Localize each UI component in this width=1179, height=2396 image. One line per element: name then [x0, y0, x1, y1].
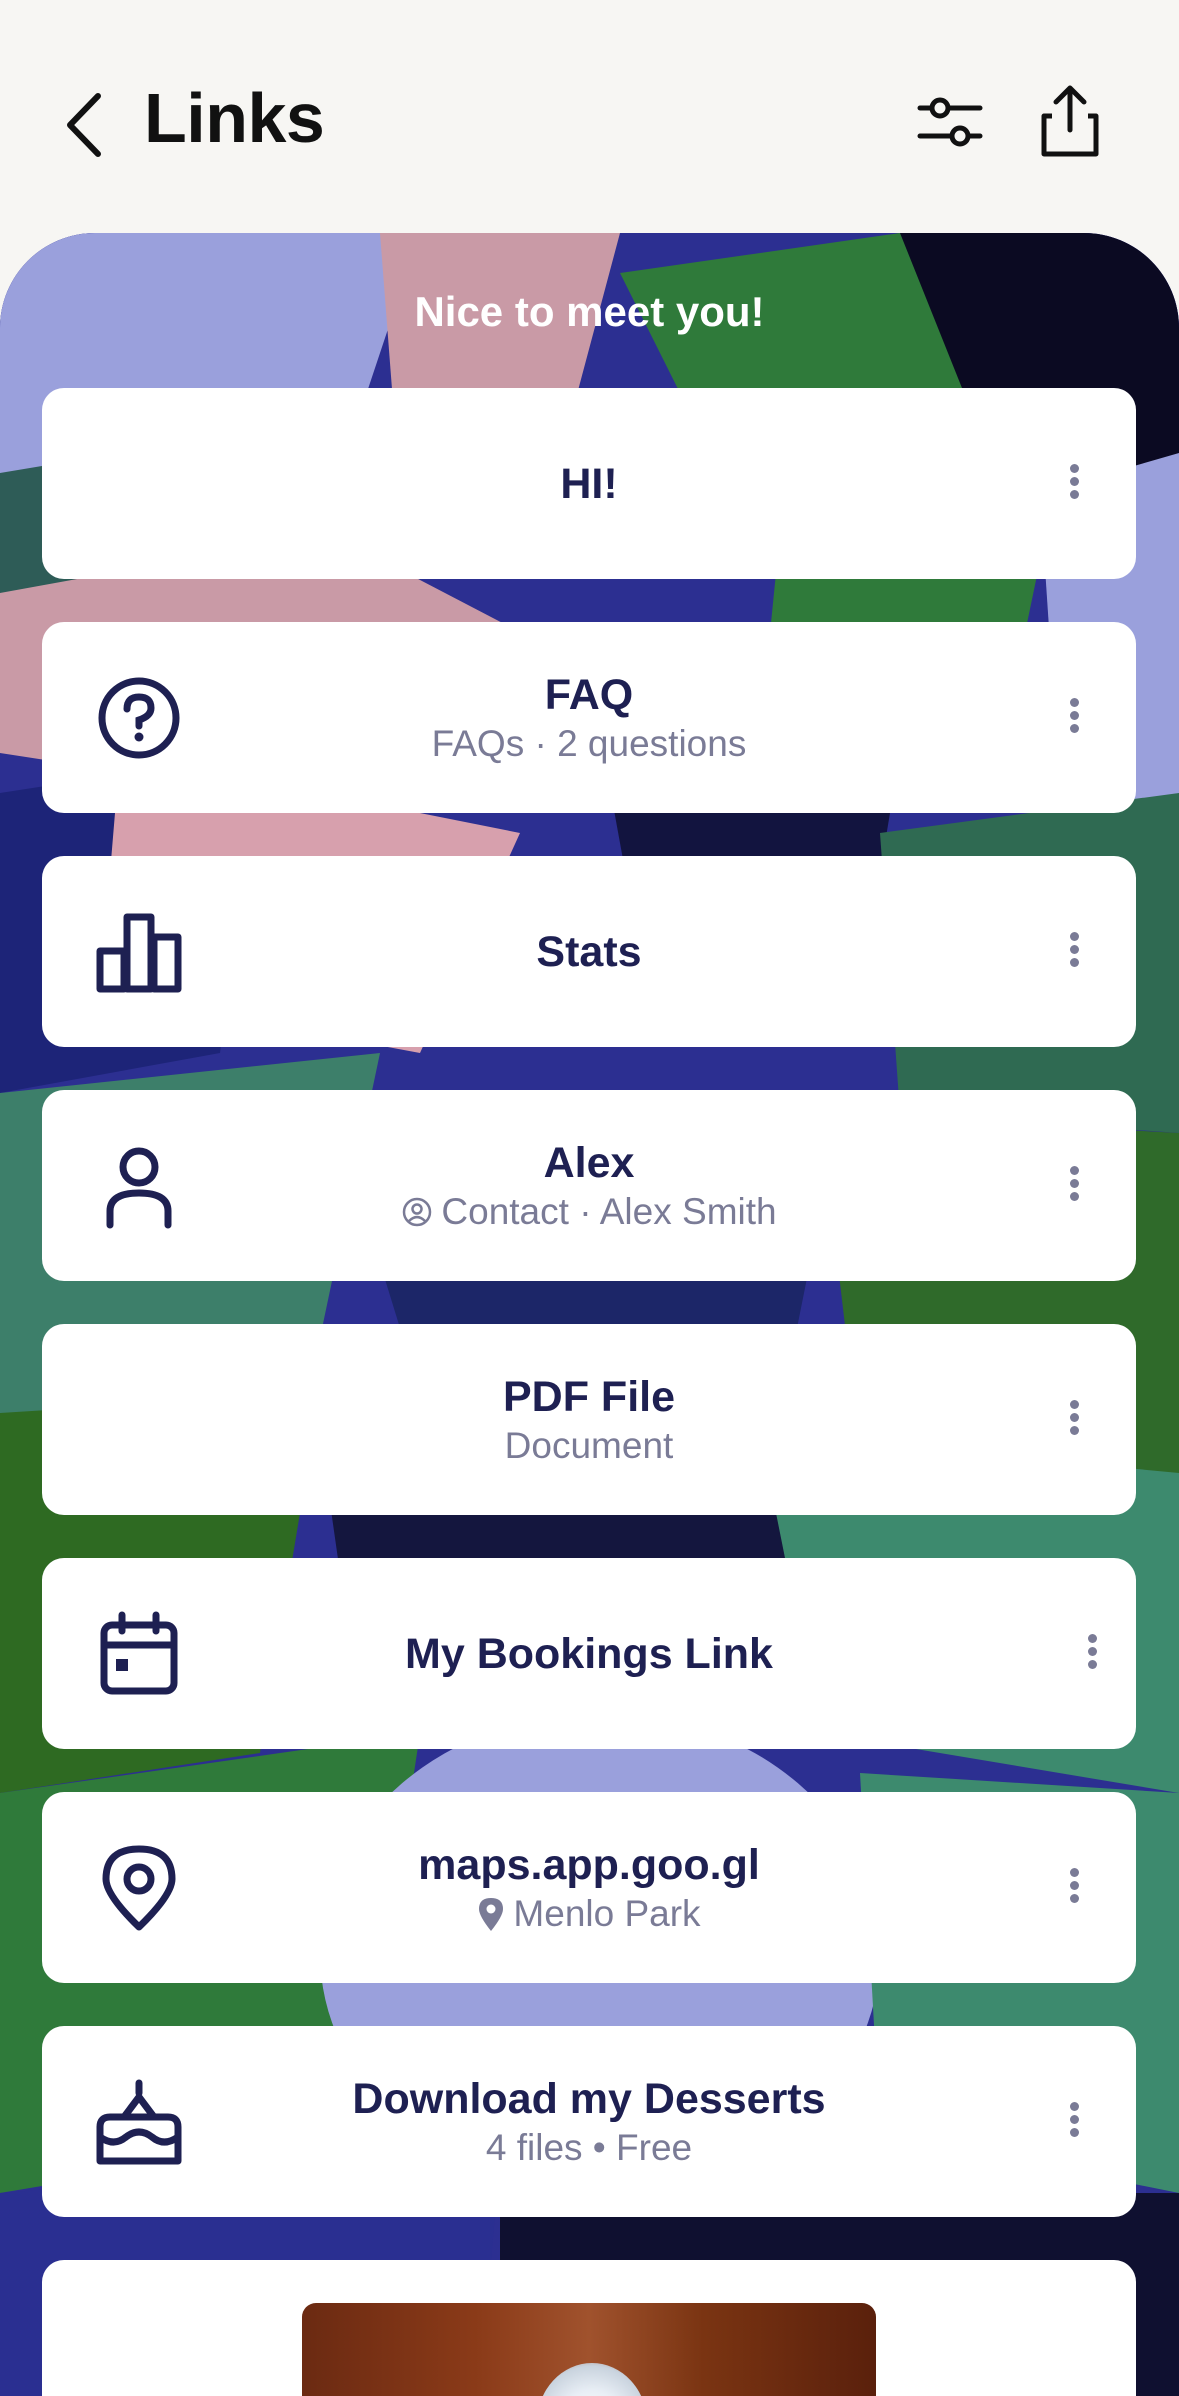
- page-title: Links: [144, 79, 325, 157]
- more-options-icon[interactable]: [1062, 1162, 1086, 1210]
- cake-icon: [96, 2079, 182, 2164]
- card-subtitle: Document: [504, 1424, 674, 1466]
- card-title: maps.app.goo.gl: [418, 1840, 760, 1889]
- person-icon: [106, 1147, 172, 1228]
- card-subtitle: FAQs · 2 questions: [431, 722, 747, 764]
- card-subtitle: Contact · Alex Smith: [441, 1190, 777, 1232]
- card-title: FAQ: [544, 670, 634, 719]
- map-pin-icon: [479, 1897, 504, 1931]
- card-title: My Bookings Link: [405, 1629, 773, 1678]
- link-card-bookings[interactable]: My Bookings Link: [42, 1558, 1136, 1749]
- greeting-text: Nice to meet you!: [414, 288, 765, 335]
- share-icon: [1041, 85, 1099, 157]
- image-thumbnail: [302, 2303, 876, 2396]
- link-card-pdf[interactable]: PDF File Document: [42, 1324, 1136, 1515]
- link-card-contact[interactable]: Alex Contact · Alex Smith: [42, 1090, 1136, 1281]
- card-title: HI!: [560, 459, 618, 508]
- calendar-icon: [100, 1611, 178, 1694]
- more-options-icon[interactable]: [1062, 928, 1086, 976]
- card-subtitle: Menlo Park: [513, 1892, 701, 1934]
- links-panel: Nice to meet you! HI! FAQ FAQs · 2 quest…: [0, 233, 1179, 2396]
- more-options-icon[interactable]: [1062, 694, 1086, 742]
- location-icon: [102, 1845, 176, 1930]
- link-card-image[interactable]: [42, 2260, 1136, 2396]
- link-card-desserts[interactable]: Download my Desserts 4 files • Free: [42, 2026, 1136, 2217]
- top-bar: Links: [0, 0, 1179, 233]
- sliders-icon: [917, 97, 983, 147]
- link-card-maps[interactable]: maps.app.goo.gl Menlo Park: [42, 1792, 1136, 1983]
- help-circle-icon: [98, 677, 180, 758]
- card-subtitle: 4 files • Free: [485, 2126, 693, 2168]
- share-button[interactable]: [1032, 82, 1108, 162]
- contact-icon: [403, 1197, 432, 1226]
- more-options-icon[interactable]: [1062, 1396, 1086, 1444]
- link-card-stats[interactable]: Stats: [42, 856, 1136, 1047]
- back-button[interactable]: [58, 88, 114, 162]
- more-options-icon[interactable]: [1062, 460, 1086, 508]
- more-options-icon[interactable]: [1062, 2098, 1086, 2146]
- link-card-faq[interactable]: FAQ FAQs · 2 questions: [42, 622, 1136, 813]
- card-title: PDF File: [502, 1372, 676, 1421]
- bar-chart-icon: [96, 913, 182, 992]
- card-title: Download my Desserts: [352, 2074, 826, 2123]
- more-options-icon[interactable]: [1080, 1630, 1104, 1678]
- card-title: Stats: [536, 927, 642, 976]
- chevron-left-icon: [67, 93, 101, 157]
- link-card-hi[interactable]: HI!: [42, 388, 1136, 579]
- card-title: Alex: [543, 1138, 635, 1187]
- more-options-icon[interactable]: [1062, 1864, 1086, 1912]
- filter-button[interactable]: [912, 82, 988, 162]
